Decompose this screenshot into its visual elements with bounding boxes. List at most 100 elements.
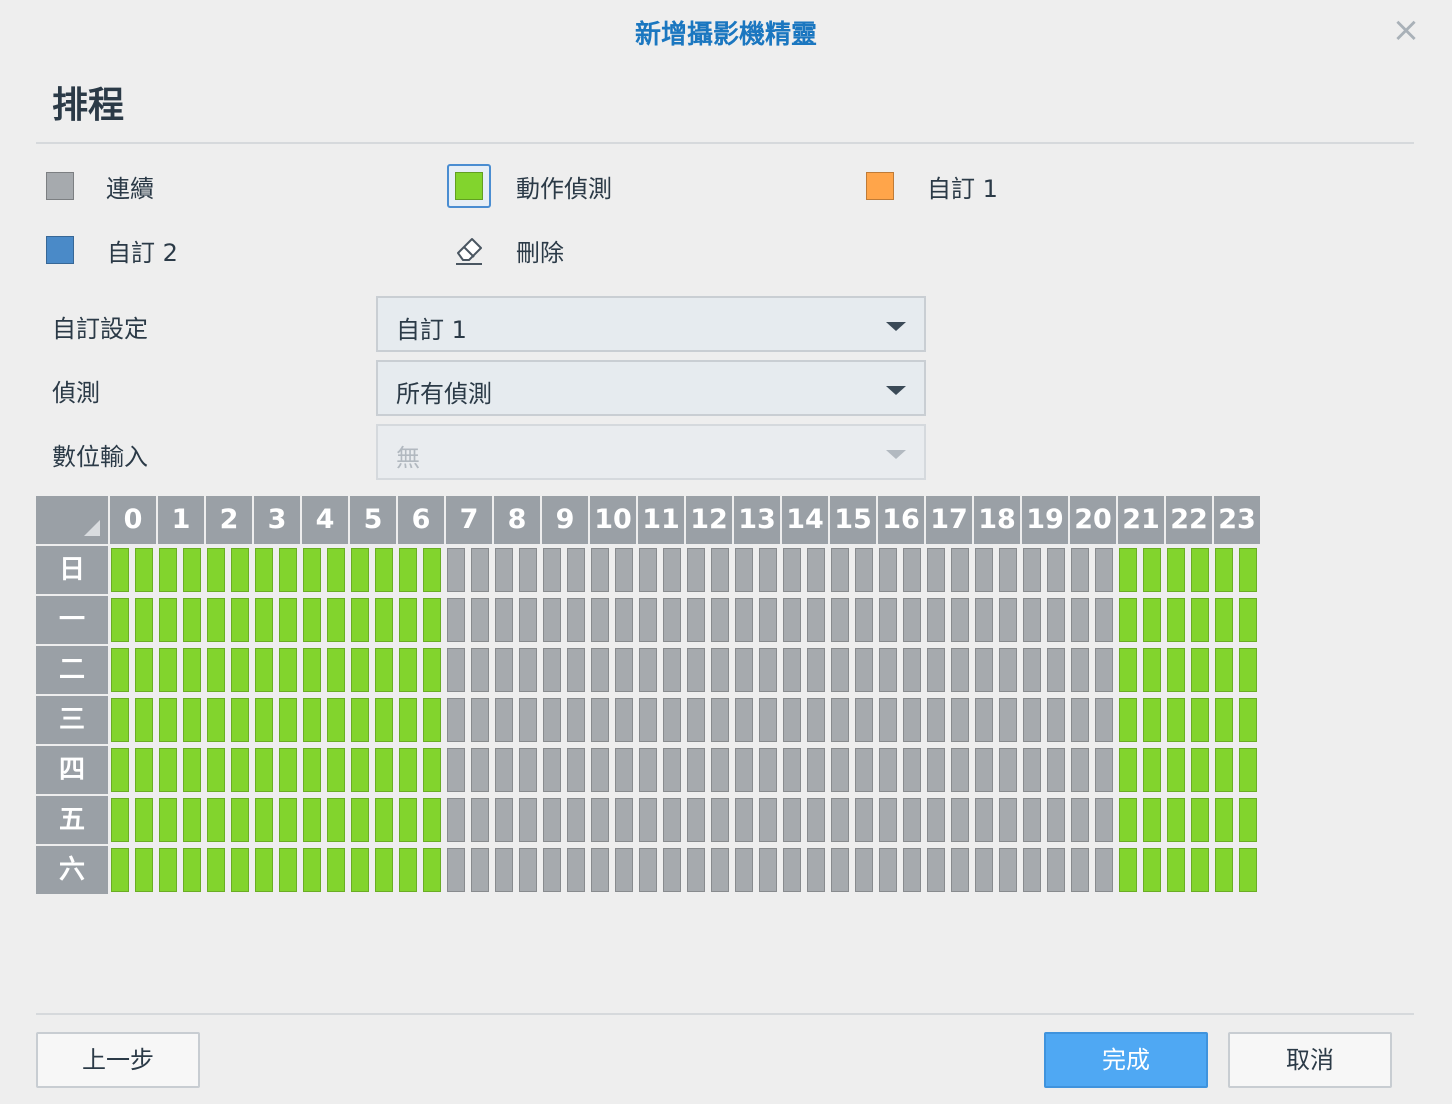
schedule-cell[interactable] [1071, 598, 1089, 642]
schedule-cell[interactable] [183, 698, 201, 742]
schedule-cell[interactable] [1191, 648, 1209, 692]
schedule-cell[interactable] [471, 698, 489, 742]
schedule-cell[interactable] [351, 748, 369, 792]
schedule-cell[interactable] [567, 798, 585, 842]
schedule-cell[interactable] [1191, 698, 1209, 742]
schedule-cell[interactable] [951, 648, 969, 692]
schedule-cell[interactable] [1095, 698, 1113, 742]
hour-header[interactable]: 17 [924, 496, 972, 544]
schedule-cell[interactable] [255, 698, 273, 742]
schedule-cell[interactable] [1215, 698, 1233, 742]
schedule-cell[interactable] [135, 698, 153, 742]
schedule-cell[interactable] [687, 798, 705, 842]
legend-motion[interactable]: 動作偵測 [447, 162, 612, 210]
schedule-cell[interactable] [687, 848, 705, 892]
schedule-cell[interactable] [399, 648, 417, 692]
hour-header[interactable]: 1 [156, 496, 204, 544]
hour-header[interactable]: 14 [780, 496, 828, 544]
legend-custom2[interactable]: 自訂 2 [38, 226, 178, 274]
schedule-cell[interactable] [663, 798, 681, 842]
schedule-cell[interactable] [591, 548, 609, 592]
schedule-cell[interactable] [111, 798, 129, 842]
schedule-cell[interactable] [423, 798, 441, 842]
schedule-cell[interactable] [639, 548, 657, 592]
day-header[interactable]: 三 [36, 694, 108, 744]
schedule-cell[interactable] [303, 748, 321, 792]
schedule-cell[interactable] [1071, 698, 1089, 742]
schedule-cell[interactable] [903, 598, 921, 642]
schedule-cell[interactable] [1047, 748, 1065, 792]
schedule-cell[interactable] [759, 548, 777, 592]
schedule-cell[interactable] [1215, 648, 1233, 692]
schedule-cell[interactable] [1047, 598, 1065, 642]
schedule-cell[interactable] [663, 748, 681, 792]
schedule-cell[interactable] [351, 648, 369, 692]
schedule-cell[interactable] [975, 548, 993, 592]
schedule-cell[interactable] [447, 648, 465, 692]
schedule-cell[interactable] [399, 748, 417, 792]
hour-header[interactable]: 13 [732, 496, 780, 544]
schedule-cell[interactable] [1239, 798, 1257, 842]
schedule-cell[interactable] [1167, 748, 1185, 792]
schedule-cell[interactable] [1047, 648, 1065, 692]
schedule-cell[interactable] [543, 798, 561, 842]
schedule-cell[interactable] [1143, 698, 1161, 742]
schedule-cell[interactable] [471, 648, 489, 692]
schedule-cell[interactable] [879, 598, 897, 642]
schedule-cell[interactable] [1047, 548, 1065, 592]
schedule-cell[interactable] [1023, 648, 1041, 692]
hour-header[interactable]: 15 [828, 496, 876, 544]
schedule-cell[interactable] [1095, 848, 1113, 892]
schedule-cell[interactable] [807, 698, 825, 742]
schedule-cell[interactable] [855, 548, 873, 592]
schedule-cell[interactable] [327, 548, 345, 592]
schedule-cell[interactable] [975, 748, 993, 792]
schedule-cell[interactable] [279, 698, 297, 742]
schedule-cell[interactable] [255, 748, 273, 792]
schedule-cell[interactable] [567, 848, 585, 892]
schedule-cell[interactable] [783, 698, 801, 742]
schedule-cell[interactable] [879, 748, 897, 792]
finish-button[interactable]: 完成 [1044, 1032, 1208, 1088]
schedule-cell[interactable] [183, 548, 201, 592]
schedule-cell[interactable] [1191, 598, 1209, 642]
schedule-cell[interactable] [207, 798, 225, 842]
schedule-cell[interactable] [1095, 648, 1113, 692]
schedule-cell[interactable] [663, 648, 681, 692]
schedule-cell[interactable] [639, 748, 657, 792]
schedule-cell[interactable] [543, 748, 561, 792]
schedule-cell[interactable] [111, 698, 129, 742]
schedule-cell[interactable] [591, 698, 609, 742]
schedule-cell[interactable] [543, 598, 561, 642]
schedule-cell[interactable] [543, 848, 561, 892]
schedule-cell[interactable] [903, 698, 921, 742]
schedule-cell[interactable] [711, 698, 729, 742]
schedule-cell[interactable] [1023, 548, 1041, 592]
schedule-cell[interactable] [135, 798, 153, 842]
schedule-cell[interactable] [1167, 648, 1185, 692]
schedule-cell[interactable] [135, 598, 153, 642]
hour-header[interactable]: 19 [1020, 496, 1068, 544]
schedule-cell[interactable] [351, 548, 369, 592]
schedule-cell[interactable] [159, 798, 177, 842]
schedule-cell[interactable] [1239, 598, 1257, 642]
schedule-cell[interactable] [1023, 748, 1041, 792]
schedule-cell[interactable] [759, 798, 777, 842]
schedule-cell[interactable] [879, 648, 897, 692]
schedule-cell[interactable] [807, 548, 825, 592]
schedule-cell[interactable] [399, 798, 417, 842]
schedule-cell[interactable] [375, 798, 393, 842]
hour-header[interactable]: 7 [444, 496, 492, 544]
schedule-cell[interactable] [807, 848, 825, 892]
schedule-cell[interactable] [1167, 848, 1185, 892]
schedule-cell[interactable] [111, 648, 129, 692]
schedule-cell[interactable] [255, 598, 273, 642]
schedule-cell[interactable] [1143, 648, 1161, 692]
schedule-cell[interactable] [735, 848, 753, 892]
schedule-cell[interactable] [831, 848, 849, 892]
schedule-cell[interactable] [807, 798, 825, 842]
schedule-cell[interactable] [783, 798, 801, 842]
schedule-cell[interactable] [663, 598, 681, 642]
schedule-cell[interactable] [1071, 848, 1089, 892]
day-header[interactable]: 一 [36, 594, 108, 644]
